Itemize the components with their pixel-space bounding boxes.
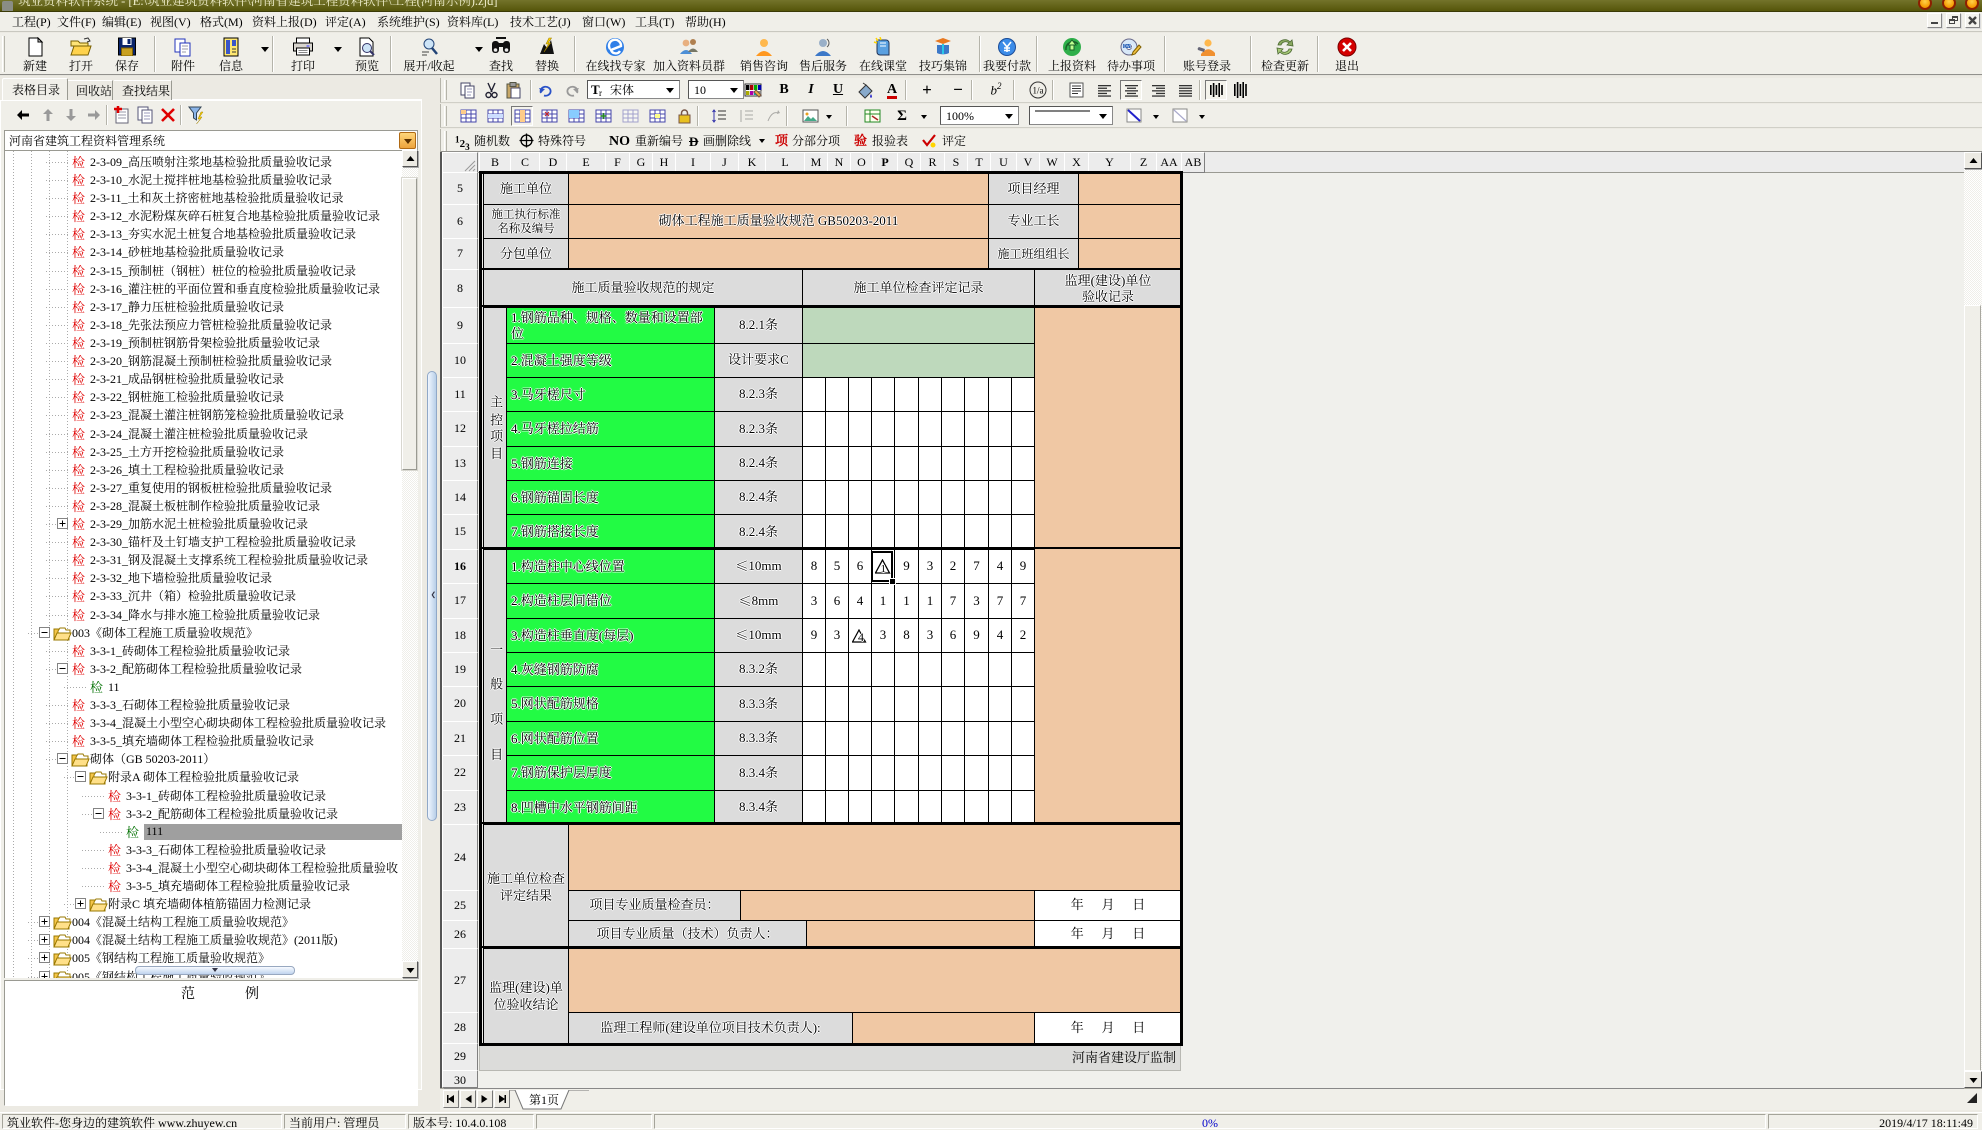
svg-text:1/a: 1/a	[1033, 86, 1044, 96]
svg-text:r: r	[599, 88, 602, 96]
svg-text:DVD: DVD	[1124, 44, 1134, 49]
